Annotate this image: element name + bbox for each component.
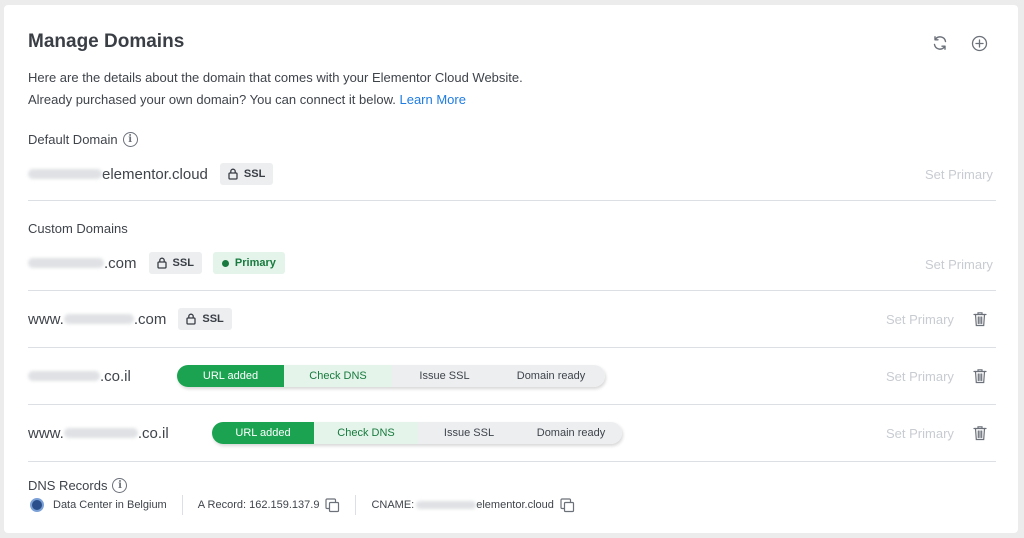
ssl-label: SSL — [202, 313, 224, 325]
separator — [181, 495, 183, 515]
separator — [355, 495, 357, 515]
trash-icon[interactable] — [971, 310, 989, 328]
step-check-dns[interactable]: Check DNS — [284, 365, 392, 387]
lock-icon — [186, 313, 197, 325]
set-primary-button[interactable]: Set Primary — [925, 257, 993, 272]
divider — [28, 200, 996, 201]
copy-icon[interactable] — [325, 497, 340, 513]
custom-domain-row: www. .com SSL — [28, 307, 996, 331]
description-line-1: Here are the details about the domain th… — [28, 70, 523, 85]
data-center: Data Center in Belgium — [53, 499, 167, 511]
domain-suffix: .co.il — [100, 367, 131, 385]
ssl-badge: SSL — [219, 163, 274, 185]
step-issue-ssl: Issue SSL — [418, 422, 520, 444]
step-url-added: URL added — [177, 365, 284, 387]
domain-progress-steps: URL added Check DNS Issue SSL Domain rea… — [212, 422, 622, 444]
custom-domain-name: www. .com — [28, 311, 166, 328]
primary-badge: Primary — [212, 252, 285, 274]
info-icon[interactable]: i — [112, 478, 128, 493]
dns-records-label-text: DNS Records — [28, 478, 108, 493]
dns-records-label: DNS Records i — [28, 478, 128, 493]
ssl-label: SSL — [172, 257, 194, 269]
description-text: Already purchased your own domain? You c… — [28, 92, 396, 107]
redacted-text — [63, 428, 138, 438]
globe-icon — [30, 498, 44, 512]
redacted-text — [28, 258, 104, 268]
lock-icon — [156, 257, 167, 269]
info-icon[interactable]: i — [122, 132, 138, 147]
description-line-2: Already purchased your own domain? You c… — [28, 92, 466, 107]
learn-more-link[interactable]: Learn More — [399, 92, 465, 107]
manage-domains-card: Manage Domains Here are the details abou… — [4, 5, 1018, 533]
domain-suffix: .com — [104, 254, 137, 272]
step-url-added: URL added — [212, 422, 314, 444]
domain-suffix: elementor.cloud — [102, 165, 208, 183]
divider — [28, 347, 996, 348]
step-check-dns[interactable]: Check DNS — [314, 422, 418, 444]
set-primary-button[interactable]: Set Primary — [886, 312, 954, 327]
cname-value: elementor.cloud — [476, 499, 554, 511]
copy-icon[interactable] — [560, 497, 575, 513]
divider — [28, 290, 996, 291]
cname-label: CNAME: — [371, 499, 415, 511]
divider — [28, 461, 996, 462]
redacted-text — [28, 169, 102, 179]
divider — [28, 404, 996, 405]
ssl-label: SSL — [243, 168, 266, 180]
custom-domain-name: www. .co.il — [28, 425, 169, 442]
set-primary-button[interactable]: Set Primary — [925, 167, 993, 182]
set-primary-button[interactable]: Set Primary — [886, 369, 954, 384]
redacted-text — [416, 501, 477, 509]
step-issue-ssl: Issue SSL — [392, 365, 497, 387]
ssl-badge: SSL — [178, 308, 232, 330]
custom-domains-label: Custom Domains — [28, 221, 128, 236]
default-domain-label-text: Default Domain — [28, 132, 118, 147]
add-domain-icon[interactable] — [968, 32, 990, 54]
redacted-text — [63, 314, 134, 324]
trash-icon[interactable] — [971, 367, 989, 385]
default-domain-name: elementor.cloud — [28, 166, 208, 183]
a-record: A Record: 162.159.137.9 — [197, 499, 320, 511]
status-dot — [221, 259, 229, 267]
ssl-badge: SSL — [148, 252, 202, 274]
domain-suffix: .co.il — [137, 424, 169, 442]
custom-domain-name: .com — [28, 255, 137, 272]
domain-prefix: www. — [28, 424, 64, 442]
redacted-text — [28, 371, 100, 381]
step-domain-ready: Domain ready — [520, 422, 622, 444]
page-title: Manage Domains — [28, 31, 185, 52]
primary-label: Primary — [234, 257, 276, 269]
lock-icon — [228, 168, 238, 180]
domain-progress-steps: URL added Check DNS Issue SSL Domain rea… — [177, 365, 605, 387]
domain-suffix: .com — [133, 310, 167, 328]
dns-records-row: Data Center in Belgium A Record: 162.159… — [30, 494, 575, 516]
step-domain-ready: Domain ready — [497, 365, 605, 387]
default-domain-label: Default Domain i — [28, 132, 138, 147]
set-primary-button[interactable]: Set Primary — [886, 426, 954, 441]
custom-domain-row: .com SSL Primary — [28, 251, 996, 275]
default-domain-row: elementor.cloud SSL — [28, 162, 996, 186]
refresh-icon[interactable] — [929, 32, 951, 54]
domain-prefix: www. — [28, 310, 64, 328]
custom-domain-name: .co.il — [28, 368, 131, 385]
trash-icon[interactable] — [971, 424, 989, 442]
